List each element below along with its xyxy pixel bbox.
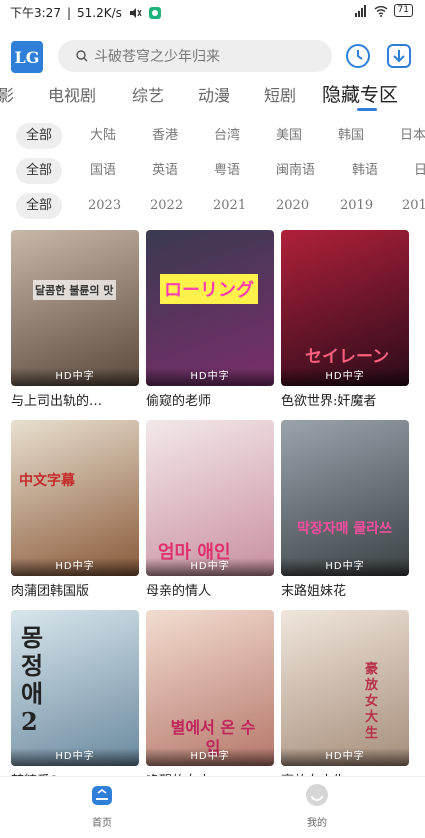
region-filter-row: 全部 大陆 香港 台湾 美国 韩国 日本 xyxy=(0,121,425,151)
poster-title-text: 막장자매 클라쓰 xyxy=(297,521,393,537)
language-chip-english[interactable]: 英语 xyxy=(142,158,188,184)
language-chip-japanese[interactable]: 日 xyxy=(404,158,425,184)
wifi-icon xyxy=(374,5,388,17)
tab-anime[interactable]: 动漫 xyxy=(198,82,230,106)
region-chip-taiwan[interactable]: 台湾 xyxy=(204,123,250,149)
app-notification-icon xyxy=(148,6,161,19)
language-filter-row: 全部 国语 英语 粤语 闽南语 韩语 日 xyxy=(0,156,425,186)
tab-tv-series[interactable]: 电视剧 xyxy=(48,82,96,106)
download-icon[interactable] xyxy=(385,42,413,70)
status-bar: 下午3:27 | 51.2K/s 71 xyxy=(0,0,425,24)
quality-badge: HD中字 xyxy=(281,368,409,386)
language-chip-cantonese[interactable]: 粤语 xyxy=(204,158,250,184)
quality-badge: HD中字 xyxy=(281,748,409,766)
movie-poster: 豪放女大生 HD中字 xyxy=(281,610,409,766)
tab-short-drama[interactable]: 短剧 xyxy=(264,82,296,106)
region-chip-mainland[interactable]: 大陆 xyxy=(80,123,126,149)
nav-home-label: 首页 xyxy=(92,818,112,829)
language-chip-all[interactable]: 全部 xyxy=(16,158,63,184)
quality-badge: HD中字 xyxy=(146,368,274,386)
movie-title: 肉蒲团韩国版 xyxy=(11,584,90,599)
quality-badge: HD中字 xyxy=(281,558,409,576)
movie-poster: ローリング HD中字 xyxy=(146,230,274,386)
search-placeholder: 斗破苍穹之少年归来 xyxy=(94,49,220,65)
quality-badge: HD中字 xyxy=(11,748,139,766)
year-chip-2022[interactable]: 2022 xyxy=(140,193,193,219)
poster-title-text: ローリング xyxy=(160,274,258,304)
movie-poster: 막장자매 클라쓰 HD中字 xyxy=(281,420,409,576)
home-icon xyxy=(92,786,112,805)
movie-poster: セイレーン HD中字 xyxy=(281,230,409,386)
poster-title-text: 豪放女大生 xyxy=(365,662,379,741)
quality-badge: HD中字 xyxy=(11,558,139,576)
movie-poster: 별에서 온 수입 HD中字 xyxy=(146,610,274,766)
search-icon xyxy=(76,50,88,62)
quality-badge: HD中字 xyxy=(11,368,139,386)
search-bar[interactable]: 斗破苍穹之少年归来 xyxy=(58,40,332,72)
tab-movie-partial[interactable]: 影 xyxy=(0,82,14,106)
movie-card[interactable]: 달콤한 불륜의 맛 HD中字 与上司出轨的… xyxy=(11,230,139,409)
nav-profile[interactable]: 我的 xyxy=(287,783,347,829)
movie-title: 末路姐妹花 xyxy=(281,584,347,599)
battery-indicator: 71 xyxy=(393,4,413,17)
movie-title: 偷窥的老师 xyxy=(146,394,212,409)
top-bar: LG 斗破苍穹之少年归来 xyxy=(0,36,425,76)
year-chip-2018[interactable]: 201 xyxy=(392,193,425,219)
movie-card[interactable]: 몽정애2 HD中字 梦精爱2 xyxy=(11,610,139,789)
year-filter-row: 全部 2023 2022 2021 2020 2019 201 xyxy=(0,191,425,221)
poster-title-text: 몽정애2 xyxy=(21,623,44,736)
movie-poster: 中文字幕 HD中字 xyxy=(11,420,139,576)
language-chip-mandarin[interactable]: 国语 xyxy=(80,158,126,184)
status-separator: | xyxy=(66,5,71,20)
region-chip-japan[interactable]: 日本 xyxy=(390,123,425,149)
profile-icon xyxy=(306,784,328,806)
signal-icon xyxy=(354,4,366,17)
movie-poster: 몽정애2 HD中字 xyxy=(11,610,139,766)
movie-card[interactable]: 中文字幕 HD中字 肉蒲团韩国版 xyxy=(11,420,139,599)
movie-poster: 엄마 애인 HD中字 xyxy=(146,420,274,576)
region-chip-usa[interactable]: 美国 xyxy=(266,123,312,149)
mute-icon xyxy=(129,7,142,18)
quality-badge: HD中字 xyxy=(146,748,274,766)
bottom-navigation: 首页 我的 xyxy=(0,776,425,838)
movie-card[interactable]: 막장자매 클라쓰 HD中字 末路姐妹花 xyxy=(281,420,409,599)
nav-profile-label: 我的 xyxy=(307,818,327,829)
movie-title: 与上司出轨的… xyxy=(11,394,103,409)
poster-title-text: 달콤한 불륜의 맛 xyxy=(33,280,116,300)
network-speed: 51.2K/s xyxy=(77,5,122,20)
movie-title: 色欲世界:奸魔者 xyxy=(281,394,377,409)
year-chip-2021[interactable]: 2021 xyxy=(203,193,256,219)
tab-hidden-zone[interactable]: 隐藏专区 xyxy=(322,80,398,107)
movie-card[interactable]: ローリング HD中字 偷窥的老师 xyxy=(146,230,274,409)
movie-card[interactable]: セイレーン HD中字 色欲世界:奸魔者 xyxy=(281,230,409,409)
year-chip-2023[interactable]: 2023 xyxy=(78,193,131,219)
language-chip-korean[interactable]: 韩语 xyxy=(342,158,388,184)
poster-title-text: セイレーン xyxy=(305,347,390,367)
active-tab-indicator xyxy=(357,108,377,111)
quality-badge: HD中字 xyxy=(146,558,274,576)
history-clock-icon[interactable] xyxy=(344,42,372,70)
year-chip-all[interactable]: 全部 xyxy=(16,193,63,219)
status-time: 下午3:27 xyxy=(10,6,61,20)
tab-variety[interactable]: 综艺 xyxy=(132,82,164,106)
movie-poster: 달콤한 불륜의 맛 HD中字 xyxy=(11,230,139,386)
category-tabs: 影 电视剧 综艺 动漫 短剧 隐藏专区 xyxy=(0,78,425,114)
region-chip-hongkong[interactable]: 香港 xyxy=(142,123,188,149)
movie-title: 母亲的情人 xyxy=(146,584,212,599)
app-logo: LG xyxy=(11,41,43,73)
movie-card[interactable]: 豪放女大生 HD中字 豪放女大生 xyxy=(281,610,409,789)
movie-card[interactable]: 엄마 애인 HD中字 母亲的情人 xyxy=(146,420,274,599)
nav-home[interactable]: 首页 xyxy=(72,783,132,829)
year-chip-2020[interactable]: 2020 xyxy=(266,193,319,219)
region-chip-korea[interactable]: 韩国 xyxy=(328,123,374,149)
year-chip-2019[interactable]: 2019 xyxy=(330,193,383,219)
poster-title-text: 中文字幕 xyxy=(19,473,75,489)
region-chip-all[interactable]: 全部 xyxy=(16,123,63,149)
language-chip-minnan[interactable]: 闽南语 xyxy=(266,158,325,184)
movie-card[interactable]: 별에서 온 수입 HD中字 唤醒的女人 xyxy=(146,610,274,789)
